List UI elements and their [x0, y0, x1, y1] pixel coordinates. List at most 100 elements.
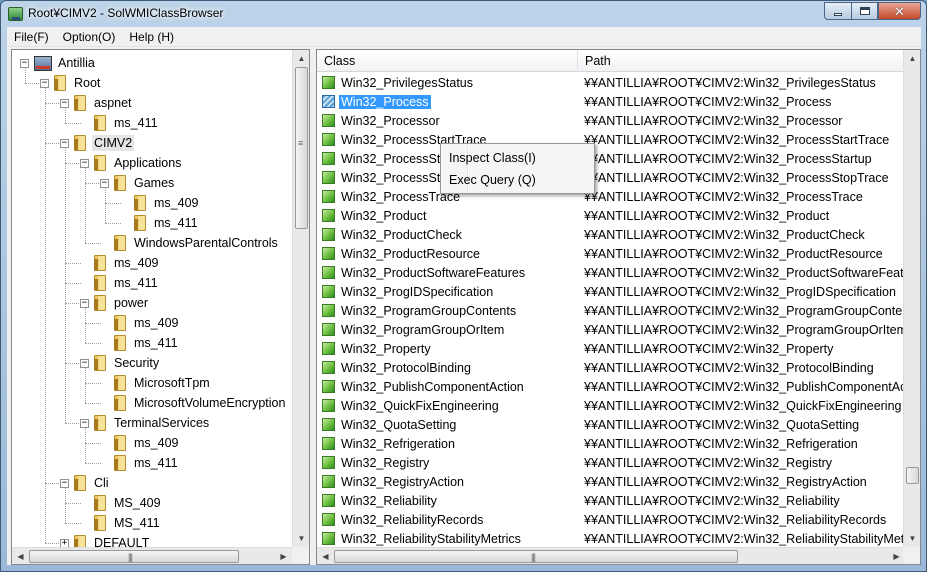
tree-node-label[interactable]: CIMV2 — [92, 135, 135, 151]
list-row[interactable]: Win32_Product ¥¥ANTILLIA¥ROOT¥CIMV2:Win32… — [317, 206, 905, 225]
maximize-button[interactable] — [851, 2, 878, 20]
expander-icon[interactable]: − — [20, 58, 29, 68]
tree-node[interactable]: MS_411 — [80, 514, 162, 532]
tree-node-label[interactable]: ms_409 — [112, 255, 160, 271]
list-row[interactable]: Win32_Refrigeration ¥¥ANTILLIA¥ROOT¥CIMV2… — [317, 434, 905, 453]
minimize-button[interactable] — [824, 2, 851, 20]
tree-node[interactable]: ms_411 — [120, 214, 200, 232]
menu-item-exec-query[interactable]: Exec Query (Q) — [441, 169, 594, 191]
tree-node-label[interactable]: MicrosoftVolumeEncryption — [132, 395, 287, 411]
tree-node[interactable]: ms_409 — [100, 314, 180, 332]
menu-file[interactable]: File(F) — [7, 27, 56, 47]
tree-node[interactable]: ms_409 — [100, 434, 180, 452]
expander-icon[interactable]: − — [80, 418, 89, 428]
menu-help[interactable]: Help (H) — [122, 27, 181, 47]
tree-node-label[interactable]: Cli — [92, 475, 111, 491]
tree-node-label[interactable]: MS_411 — [112, 515, 162, 531]
list-row[interactable]: Win32_ProcessStartup ¥¥ANTILLIA¥ROOT¥CIMV… — [317, 149, 905, 168]
scroll-right-icon[interactable]: ▶ — [275, 548, 292, 564]
list-row[interactable]: Win32_QuotaSetting ¥¥ANTILLIA¥ROOT¥CIMV2:… — [317, 415, 905, 434]
expander-icon[interactable]: − — [80, 298, 89, 308]
expander-icon[interactable]: − — [80, 158, 89, 168]
tree-node[interactable]: − CIMV2 — [60, 134, 135, 152]
tree-vertical-scrollbar[interactable]: ▲ ≡ ▼ — [292, 50, 309, 547]
tree-node-label[interactable]: TerminalServices — [112, 415, 211, 431]
list-row[interactable]: Win32_Property ¥¥ANTILLIA¥ROOT¥CIMV2:Win3… — [317, 339, 905, 358]
list-row[interactable]: Win32_ProductResource ¥¥ANTILLIA¥ROOT¥CIM… — [317, 244, 905, 263]
tree-node-label[interactable]: ms_409 — [152, 195, 200, 211]
tree-node-label[interactable]: Root — [72, 75, 102, 91]
tree-node[interactable]: WindowsParentalControls — [100, 234, 280, 252]
list-row[interactable]: Win32_Reliability ¥¥ANTILLIA¥ROOT¥CIMV2:W… — [317, 491, 905, 510]
tree-node-label[interactable]: Antillia — [56, 55, 97, 71]
class-list[interactable]: Class Path Win32_PrivilegesStatus ¥¥ANTIL… — [316, 49, 921, 565]
list-vertical-scrollbar[interactable]: ▲ ▼ — [903, 50, 920, 547]
close-button[interactable]: ✕ — [878, 2, 921, 20]
list-row[interactable]: Win32_RegistryAction ¥¥ANTILLIA¥ROOT¥CIMV… — [317, 472, 905, 491]
expander-icon[interactable]: − — [80, 358, 89, 368]
list-row[interactable]: Win32_Process ¥¥ANTILLIA¥ROOT¥CIMV2:Win32… — [317, 92, 905, 111]
tree-node-label[interactable]: Security — [112, 355, 161, 371]
tree-node[interactable]: − Antillia — [20, 54, 97, 72]
scroll-down-icon[interactable]: ▼ — [904, 530, 920, 547]
tree-node-label[interactable]: MicrosoftTpm — [132, 375, 212, 391]
expander-icon[interactable]: − — [60, 478, 69, 488]
tree-node[interactable]: ms_411 — [100, 454, 180, 472]
menu-option[interactable]: Option(O) — [56, 27, 123, 47]
tree-node[interactable]: − power — [80, 294, 150, 312]
tree-node-label[interactable]: power — [112, 295, 150, 311]
tree-node[interactable]: ms_411 — [100, 334, 180, 352]
tree-node-label[interactable]: ms_411 — [112, 115, 160, 131]
column-header-path[interactable]: Path — [578, 50, 905, 72]
expander-icon[interactable]: − — [100, 178, 109, 188]
scroll-left-icon[interactable]: ◀ — [12, 548, 29, 564]
list-row[interactable]: Win32_ProcessStopTrace ¥¥ANTILLIA¥ROOT¥CI… — [317, 168, 905, 187]
list-row[interactable]: Win32_ProgramGroupOrItem ¥¥ANTILLIA¥ROOT¥… — [317, 320, 905, 339]
tree-node-label[interactable]: WindowsParentalControls — [132, 235, 280, 251]
tree-node[interactable]: ms_409 — [120, 194, 200, 212]
list-row[interactable]: Win32_PublishComponentAction ¥¥ANTILLIA¥R… — [317, 377, 905, 396]
tree-node-label[interactable]: MS_409 — [112, 495, 163, 511]
tree-node-label[interactable]: ms_409 — [132, 315, 180, 331]
tree-node-label[interactable]: ms_409 — [132, 435, 180, 451]
scroll-left-icon[interactable]: ◀ — [317, 548, 334, 564]
tree-node[interactable]: − TerminalServices — [80, 414, 211, 432]
title-bar[interactable]: Root¥CIMV2 - SolWMIClassBrowser ✕ — [1, 1, 926, 27]
list-row[interactable]: Win32_ProgIDSpecification ¥¥ANTILLIA¥ROOT… — [317, 282, 905, 301]
list-row[interactable]: Win32_ProgramGroupContents ¥¥ANTILLIA¥ROO… — [317, 301, 905, 320]
list-row[interactable]: Win32_ProcessTrace ¥¥ANTILLIA¥ROOT¥CIMV2:… — [317, 187, 905, 206]
tree-node-label[interactable]: ms_411 — [132, 335, 180, 351]
tree-node[interactable]: ms_411 — [80, 114, 160, 132]
list-row[interactable]: Win32_ProtocolBinding ¥¥ANTILLIA¥ROOT¥CIM… — [317, 358, 905, 377]
tree-node[interactable]: − Applications — [80, 154, 183, 172]
tree-node-label[interactable]: ms_411 — [152, 215, 200, 231]
expander-icon[interactable]: − — [40, 78, 49, 88]
list-hscroll-thumb[interactable]: ||| — [334, 550, 738, 563]
column-header-class[interactable]: Class — [317, 50, 578, 72]
tree-node[interactable]: MicrosoftTpm — [100, 374, 212, 392]
list-row[interactable]: Win32_QuickFixEngineering ¥¥ANTILLIA¥ROOT… — [317, 396, 905, 415]
scroll-up-icon[interactable]: ▲ — [904, 50, 920, 67]
list-row[interactable]: Win32_ReliabilityRecords ¥¥ANTILLIA¥ROOT¥… — [317, 510, 905, 529]
list-row[interactable]: Win32_ProductCheck ¥¥ANTILLIA¥ROOT¥CIMV2:… — [317, 225, 905, 244]
tree-node[interactable]: − Games — [100, 174, 176, 192]
menu-item-inspect-class[interactable]: Inspect Class(I) — [441, 147, 594, 169]
list-vscroll-thumb[interactable] — [906, 467, 919, 484]
tree-hscroll-thumb[interactable]: ||| — [29, 550, 239, 563]
list-row[interactable]: Win32_Registry ¥¥ANTILLIA¥ROOT¥CIMV2:Win3… — [317, 453, 905, 472]
list-row[interactable]: Win32_PrivilegesStatus ¥¥ANTILLIA¥ROOT¥CI… — [317, 73, 905, 92]
tree-node-label[interactable]: aspnet — [92, 95, 134, 111]
tree-node-label[interactable]: Games — [132, 175, 176, 191]
tree-node[interactable]: − Cli — [60, 474, 111, 492]
tree-node[interactable]: MicrosoftVolumeEncryption — [100, 394, 287, 412]
app-icon[interactable] — [8, 7, 23, 21]
tree-node-label[interactable]: ms_411 — [112, 275, 160, 291]
expander-icon[interactable]: − — [60, 138, 69, 148]
namespace-tree[interactable]: − Antillia − Root − aspnet ms_411− CIMV2− Applic… — [11, 49, 310, 565]
tree-node[interactable]: − aspnet — [60, 94, 134, 112]
tree-node[interactable]: − Security — [80, 354, 161, 372]
tree-vscroll-thumb[interactable]: ≡ — [295, 67, 308, 229]
tree-node-label[interactable]: ms_411 — [132, 455, 180, 471]
list-row[interactable]: Win32_ProductSoftwareFeatures ¥¥ANTILLIA¥… — [317, 263, 905, 282]
scroll-up-icon[interactable]: ▲ — [293, 50, 309, 67]
